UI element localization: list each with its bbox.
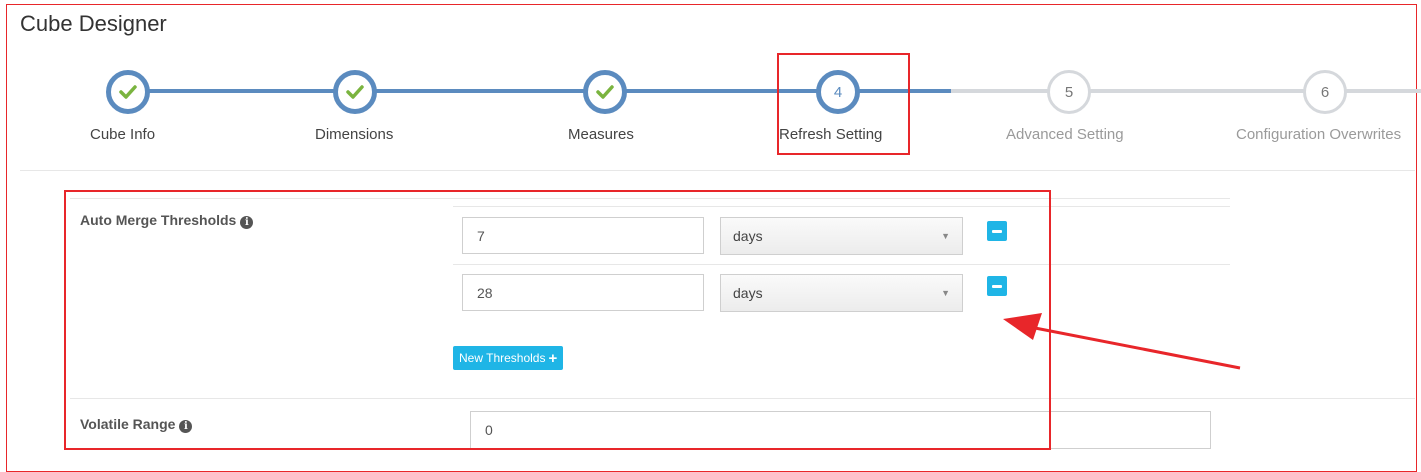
progress-track-todo <box>951 89 1421 93</box>
wizard-steps: Cube Info Dimensions Measures 4 Refresh … <box>0 0 1421 170</box>
new-thresholds-label: New Thresholds <box>459 351 546 365</box>
threshold-2-value-input[interactable] <box>462 274 704 311</box>
step-5-number: 5 <box>1064 83 1074 101</box>
check-icon <box>346 85 364 99</box>
threshold-divider <box>453 264 1230 265</box>
info-icon[interactable]: i <box>179 420 193 433</box>
step-4-label[interactable]: Refresh Setting <box>779 126 882 143</box>
step-6-number: 6 <box>1320 83 1330 101</box>
volatile-range-label: Volatile Range i <box>80 416 193 433</box>
step-4-number: 4 <box>833 83 843 101</box>
new-thresholds-button[interactable]: New Thresholds + <box>453 346 564 370</box>
threshold-1-value-input[interactable] <box>462 217 704 254</box>
threshold-1-unit-value: days <box>733 228 763 244</box>
step-2-circle[interactable] <box>333 70 377 114</box>
step-1-label[interactable]: Cube Info <box>90 126 155 143</box>
minus-icon <box>992 229 1002 233</box>
remove-threshold-2-button[interactable] <box>987 276 1007 296</box>
check-icon <box>119 85 137 99</box>
row-divider <box>70 398 1415 399</box>
check-icon <box>596 85 614 99</box>
threshold-2-unit-value: days <box>733 285 763 301</box>
remove-threshold-1-button[interactable] <box>987 221 1007 241</box>
step-3-circle[interactable] <box>583 70 627 114</box>
volatile-range-input[interactable] <box>470 411 1211 449</box>
step-6-label[interactable]: Configuration Overwrites <box>1236 126 1401 143</box>
chevron-down-icon: ▼ <box>941 231 950 241</box>
threshold-1-unit-select[interactable]: days ▼ <box>720 217 963 255</box>
threshold-divider <box>453 206 1230 207</box>
step-4-circle[interactable]: 4 <box>816 70 860 114</box>
threshold-2-unit-select[interactable]: days ▼ <box>720 274 963 312</box>
step-3-label[interactable]: Measures <box>568 126 634 143</box>
auto-merge-label: Auto Merge Thresholds i <box>80 212 254 229</box>
step-6-circle[interactable]: 6 <box>1303 70 1347 114</box>
step-5-circle[interactable]: 5 <box>1047 70 1091 114</box>
row-divider <box>70 198 1230 199</box>
minus-icon <box>992 284 1002 288</box>
step-1-circle[interactable] <box>106 70 150 114</box>
step-5-label[interactable]: Advanced Setting <box>1006 126 1124 143</box>
chevron-down-icon: ▼ <box>941 288 950 298</box>
plus-icon: + <box>548 349 558 367</box>
info-icon[interactable]: i <box>240 216 254 229</box>
wizard-divider <box>20 170 1415 171</box>
step-2-label[interactable]: Dimensions <box>315 126 393 143</box>
